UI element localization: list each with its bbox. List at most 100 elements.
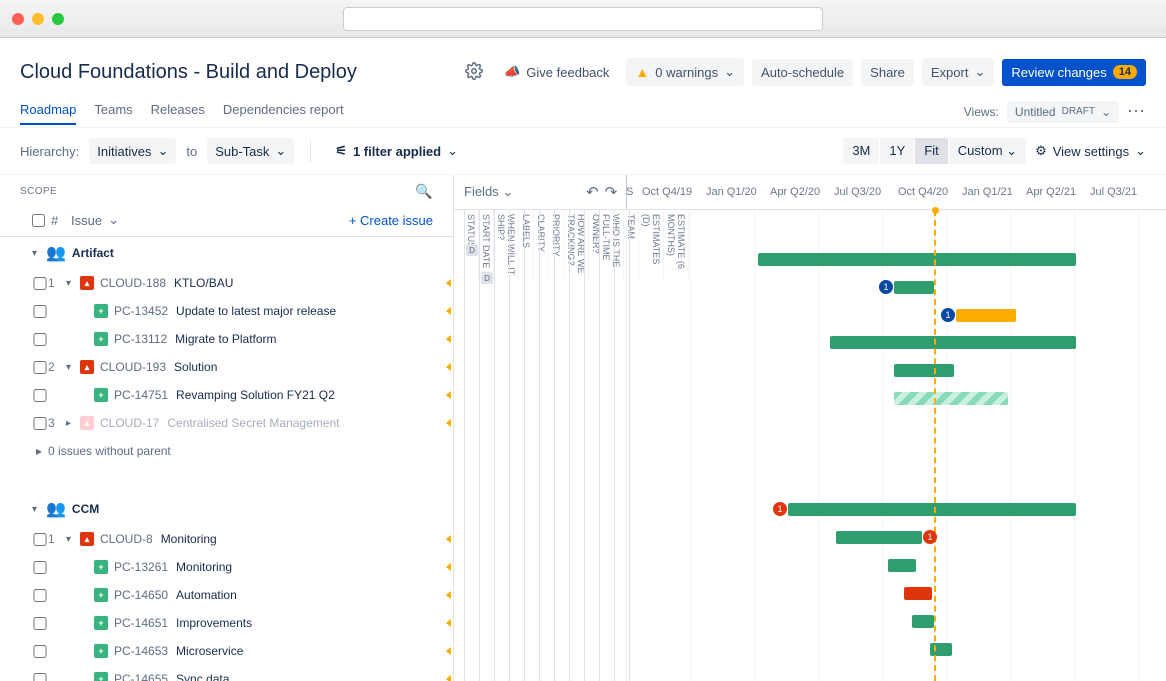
gantt-bar[interactable] — [912, 615, 934, 628]
dependency-badge[interactable]: 1 — [923, 530, 937, 544]
issue-summary[interactable]: Monitoring — [161, 532, 217, 546]
chevron-down-icon[interactable]: ▾ — [32, 248, 46, 259]
without-parent-link[interactable]: ▸ 0 issues without parent — [0, 437, 453, 465]
export-button[interactable]: Export ⌄ — [922, 58, 994, 86]
close-window[interactable] — [12, 13, 24, 25]
redo-icon[interactable]: ↷ — [605, 183, 618, 201]
undo-icon[interactable]: ↶ — [586, 183, 599, 201]
row-checkbox[interactable] — [32, 417, 48, 430]
gantt-chart[interactable]: 1 1 1 1 — [626, 210, 1166, 681]
zoom-group: 3M 1Y Fit Custom ⌄ — [843, 138, 1027, 164]
issue-key[interactable]: CLOUD-8 — [100, 532, 153, 546]
gantt-bar[interactable] — [888, 559, 916, 572]
issue-summary[interactable]: Improvements — [176, 616, 252, 630]
row-checkbox[interactable] — [32, 389, 48, 402]
maximize-window[interactable] — [52, 13, 64, 25]
zoom-fit[interactable]: Fit — [915, 138, 948, 164]
minimize-window[interactable] — [32, 13, 44, 25]
hierarchy-from-select[interactable]: Initiatives ⌄ — [89, 138, 176, 164]
dependency-badge[interactable]: 1 — [773, 502, 787, 516]
tab-releases[interactable]: Releases — [151, 96, 205, 125]
address-bar[interactable] — [343, 7, 823, 31]
gantt-bar[interactable] — [956, 309, 1016, 322]
traffic-lights — [12, 13, 64, 25]
hierarchy-label: Hierarchy: — [20, 144, 79, 159]
gantt-bar[interactable] — [904, 587, 932, 600]
issue-key[interactable]: PC-13452 — [114, 304, 168, 318]
share-button[interactable]: Share — [861, 59, 914, 86]
fields-dropdown[interactable]: Fields ⌄ — [464, 184, 513, 200]
issue-key[interactable]: PC-14653 — [114, 644, 168, 658]
gantt-bar[interactable] — [758, 253, 1076, 266]
chevron-down-icon[interactable]: ▾ — [32, 504, 46, 515]
row-checkbox[interactable] — [32, 645, 48, 658]
row-checkbox[interactable] — [32, 589, 48, 602]
row-checkbox[interactable] — [32, 673, 48, 681]
view-selector[interactable]: Untitled DRAFT ⌄ — [1007, 101, 1119, 123]
tab-roadmap[interactable]: Roadmap — [20, 96, 76, 125]
zoom-custom[interactable]: Custom ⌄ — [949, 138, 1027, 164]
chevron-icon[interactable]: ▾ — [66, 362, 80, 373]
chevron-icon[interactable]: ▾ — [66, 278, 80, 289]
gantt-bar[interactable] — [788, 503, 1076, 516]
dependency-badge[interactable]: 1 — [941, 308, 955, 322]
tab-dependencies[interactable]: Dependencies report — [223, 96, 344, 125]
select-all-checkbox[interactable] — [32, 214, 45, 227]
issue-summary[interactable]: Monitoring — [176, 560, 232, 574]
zoom-3m[interactable]: 3M — [843, 138, 880, 164]
issue-key[interactable]: PC-14650 — [114, 588, 168, 602]
issue-key[interactable]: PC-13261 — [114, 560, 168, 574]
issue-summary[interactable]: Sync data — [176, 672, 229, 681]
feedback-button[interactable]: 📣 Give feedback — [495, 58, 618, 86]
gantt-bar[interactable] — [894, 364, 954, 377]
row-checkbox[interactable] — [32, 533, 48, 546]
review-changes-button[interactable]: Review changes 14 — [1002, 59, 1146, 86]
chevron-icon[interactable]: ▸ — [66, 418, 80, 429]
search-icon[interactable]: 🔍 — [415, 183, 433, 200]
issue-key[interactable]: PC-14751 — [114, 388, 168, 402]
warnings-button[interactable]: ▲ 0 warnings ⌄ — [626, 58, 744, 86]
month-label: Apr Q2/20 — [770, 186, 834, 198]
zoom-1y[interactable]: 1Y — [880, 138, 915, 164]
issue-key[interactable]: CLOUD-188 — [100, 276, 166, 290]
row-checkbox[interactable] — [32, 561, 48, 574]
story-icon: + — [94, 644, 108, 658]
issue-key[interactable]: PC-13112 — [114, 332, 167, 346]
gantt-bar[interactable] — [894, 392, 1008, 405]
tab-teams[interactable]: Teams — [94, 96, 132, 125]
create-issue-link[interactable]: + Create issue — [349, 213, 433, 228]
filter-applied[interactable]: ⚟ 1 filter applied ⌄ — [327, 138, 466, 164]
gear-icon[interactable] — [465, 62, 483, 83]
row-checkbox[interactable] — [32, 277, 48, 290]
hierarchy-to-select[interactable]: Sub-Task ⌄ — [207, 138, 294, 164]
issue-summary[interactable]: Solution — [174, 360, 217, 374]
row-checkbox[interactable] — [32, 361, 48, 374]
dependency-badge[interactable]: 1 — [879, 280, 893, 294]
issue-summary[interactable]: Update to latest major release — [176, 304, 336, 318]
chevron-icon[interactable]: ▾ — [66, 534, 80, 545]
issue-summary[interactable]: Migrate to Platform — [175, 332, 276, 346]
gantt-bar[interactable] — [830, 336, 1076, 349]
gantt-bar[interactable] — [836, 531, 922, 544]
team-icon: 👥 — [46, 243, 66, 263]
issue-summary[interactable]: Automation — [176, 588, 237, 602]
issue-key[interactable]: PC-14655 — [114, 672, 168, 681]
row-checkbox[interactable] — [32, 617, 48, 630]
issue-summary[interactable]: Microservice — [176, 644, 243, 658]
issue-summary[interactable]: KTLO/BAU — [174, 276, 233, 290]
issue-summary[interactable]: Centralised Secret Management — [167, 416, 339, 430]
gantt-bar[interactable] — [894, 281, 934, 294]
row-checkbox[interactable] — [32, 305, 48, 318]
row-checkbox[interactable] — [32, 333, 48, 346]
more-icon[interactable]: ⋯ — [1127, 101, 1146, 122]
field-column-label: START DATE — [479, 210, 494, 280]
issue-key[interactable]: CLOUD-17 — [100, 416, 159, 430]
view-settings-button[interactable]: ⚙ View settings ⌄ — [1035, 143, 1146, 159]
issue-col-header[interactable]: Issue ⌄ — [71, 212, 119, 228]
field-column-label: HOW ARE WE TRACKING? — [564, 210, 589, 280]
issue-key[interactable]: CLOUD-193 — [100, 360, 166, 374]
nav-tabs: Roadmap Teams Releases Dependencies repo… — [0, 96, 364, 127]
auto-schedule-button[interactable]: Auto-schedule — [752, 59, 853, 86]
issue-summary[interactable]: Revamping Solution FY21 Q2 — [176, 388, 335, 402]
issue-key[interactable]: PC-14651 — [114, 616, 168, 630]
